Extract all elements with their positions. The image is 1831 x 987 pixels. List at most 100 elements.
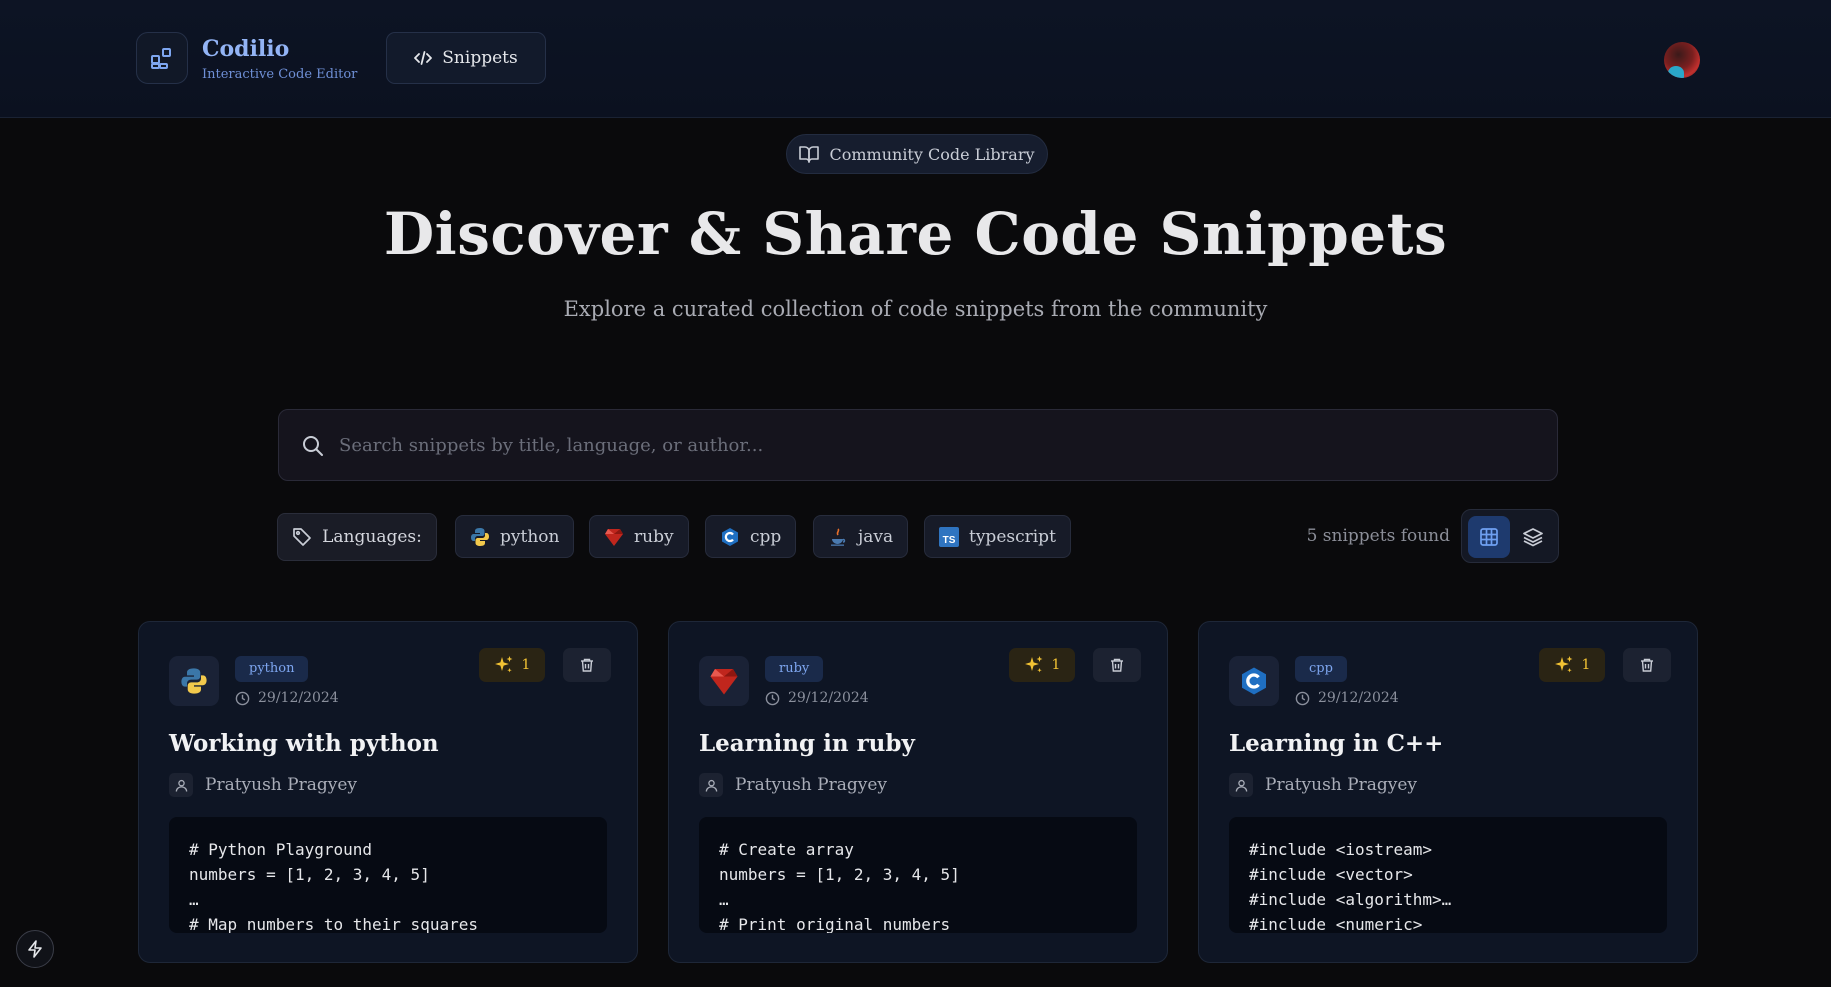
search-bar[interactable]: [278, 409, 1558, 481]
top-navigation-bar: Codilio Interactive Code Editor Snippets: [0, 0, 1831, 118]
search-icon: [303, 436, 323, 456]
date-text: 29/12/2024: [788, 690, 869, 706]
language-chip-label: java: [858, 526, 894, 547]
cpp-icon: [720, 527, 740, 547]
search-input[interactable]: [339, 410, 1539, 480]
results-count: 5 snippets found: [1306, 526, 1450, 546]
snippet-date: 29/12/2024: [765, 690, 869, 706]
snippet-card[interactable]: cpp 29/12/2024 1 Learning in C++ Pratyus…: [1198, 621, 1698, 963]
sparkles-icon: [1024, 656, 1043, 673]
delete-button[interactable]: [563, 648, 611, 682]
code-line: #include <algorithm>…: [1249, 890, 1452, 909]
snippet-date: 29/12/2024: [1295, 690, 1399, 706]
python-icon: [169, 656, 219, 706]
snippet-author: Pratyush Pragyey: [169, 773, 357, 797]
code-preview: #include <iostream> #include <vector> #i…: [1229, 817, 1667, 933]
languages-filter-label: Languages:: [277, 513, 437, 561]
cpp-icon: [1229, 656, 1279, 706]
snippet-title[interactable]: Learning in C++: [1229, 730, 1443, 757]
trash-icon: [1111, 658, 1123, 672]
code-line: # Map numbers to their squares: [189, 915, 478, 933]
snippet-author: Pratyush Pragyey: [1229, 773, 1417, 797]
brand[interactable]: Codilio Interactive Code Editor: [136, 32, 357, 84]
language-chip-label: ruby: [634, 526, 674, 547]
star-button[interactable]: 1: [479, 648, 545, 682]
snippets-nav-button[interactable]: Snippets: [386, 32, 546, 84]
star-count: 1: [1581, 657, 1591, 673]
snippet-date: 29/12/2024: [235, 690, 339, 706]
user-icon: [699, 773, 723, 797]
user-icon: [1229, 773, 1253, 797]
svg-text:TS: TS: [943, 535, 956, 546]
page-title: Discover & Share Code Snippets: [383, 200, 1448, 268]
snippet-author: Pratyush Pragyey: [699, 773, 887, 797]
ruby-icon: [699, 656, 749, 706]
code-line: # Create array: [719, 840, 854, 859]
lightning-icon: [28, 940, 42, 958]
layers-icon: [1523, 528, 1543, 547]
snippet-title[interactable]: Working with python: [169, 730, 439, 757]
book-open-icon: [799, 146, 820, 163]
page-subtitle: Explore a curated collection of code sni…: [563, 297, 1268, 321]
language-chip-ruby[interactable]: ruby: [589, 515, 689, 558]
sparkles-icon: [1554, 656, 1573, 673]
brand-tagline: Interactive Code Editor: [202, 66, 358, 82]
author-name: Pratyush Pragyey: [205, 775, 358, 795]
python-icon: [470, 527, 490, 547]
view-mode-toggle: [1461, 509, 1559, 563]
java-icon: [828, 527, 848, 547]
clock-icon: [1295, 691, 1310, 705]
trash-icon: [1641, 658, 1653, 672]
code-line: numbers = [1, 2, 3, 4, 5]: [719, 865, 960, 884]
language-chip-typescript[interactable]: TS typescript: [924, 515, 1071, 558]
quick-action-button[interactable]: [16, 930, 54, 968]
code-line: #include <numeric>: [1249, 915, 1423, 933]
grid-view-button[interactable]: [1468, 516, 1510, 558]
language-badge: python: [235, 656, 309, 682]
list-view-button[interactable]: [1512, 516, 1554, 558]
language-chip-label: cpp: [750, 526, 782, 547]
grid-icon: [1480, 528, 1498, 546]
code-line: # Print original numbers: [719, 915, 951, 933]
code-line: …: [719, 890, 729, 909]
brand-name: Codilio: [202, 35, 290, 62]
language-badge: cpp: [1295, 656, 1347, 682]
language-chip-python[interactable]: python: [455, 515, 575, 558]
typescript-icon: TS: [939, 526, 959, 547]
code-icon: [414, 51, 433, 65]
language-chip-label: python: [500, 526, 560, 547]
codilio-logo-icon: [136, 32, 188, 84]
star-count: 1: [1051, 657, 1061, 673]
sparkles-icon: [494, 656, 513, 673]
code-preview: # Create array numbers = [1, 2, 3, 4, 5]…: [699, 817, 1137, 933]
code-preview: # Python Playground numbers = [1, 2, 3, …: [169, 817, 607, 933]
snippet-title[interactable]: Learning in ruby: [699, 730, 915, 757]
code-line: #include <iostream>: [1249, 840, 1433, 859]
languages-label-text: Languages:: [322, 527, 422, 547]
clock-icon: [235, 691, 250, 705]
date-text: 29/12/2024: [258, 690, 339, 706]
snippets-nav-label: Snippets: [442, 48, 518, 68]
clock-icon: [765, 691, 780, 705]
delete-button[interactable]: [1093, 648, 1141, 682]
user-icon: [169, 773, 193, 797]
star-button[interactable]: 1: [1009, 648, 1075, 682]
language-badge: ruby: [765, 656, 824, 682]
community-library-badge: Community Code Library: [786, 134, 1048, 174]
star-button[interactable]: 1: [1539, 648, 1605, 682]
language-chip-java[interactable]: java: [813, 515, 909, 558]
user-avatar[interactable]: [1664, 42, 1700, 78]
date-text: 29/12/2024: [1318, 690, 1399, 706]
code-line: #include <vector>: [1249, 865, 1413, 884]
code-line: numbers = [1, 2, 3, 4, 5]: [189, 865, 430, 884]
community-library-label: Community Code Library: [829, 144, 1035, 164]
trash-icon: [581, 658, 593, 672]
language-chip-cpp[interactable]: cpp: [705, 515, 797, 558]
code-line: …: [189, 890, 199, 909]
author-name: Pratyush Pragyey: [1265, 775, 1418, 795]
author-name: Pratyush Pragyey: [735, 775, 888, 795]
snippet-card[interactable]: python 29/12/2024 1 Working with python …: [138, 621, 638, 963]
code-line: # Python Playground: [189, 840, 373, 859]
delete-button[interactable]: [1623, 648, 1671, 682]
snippet-card[interactable]: ruby 29/12/2024 1 Learning in ruby Praty…: [668, 621, 1168, 963]
